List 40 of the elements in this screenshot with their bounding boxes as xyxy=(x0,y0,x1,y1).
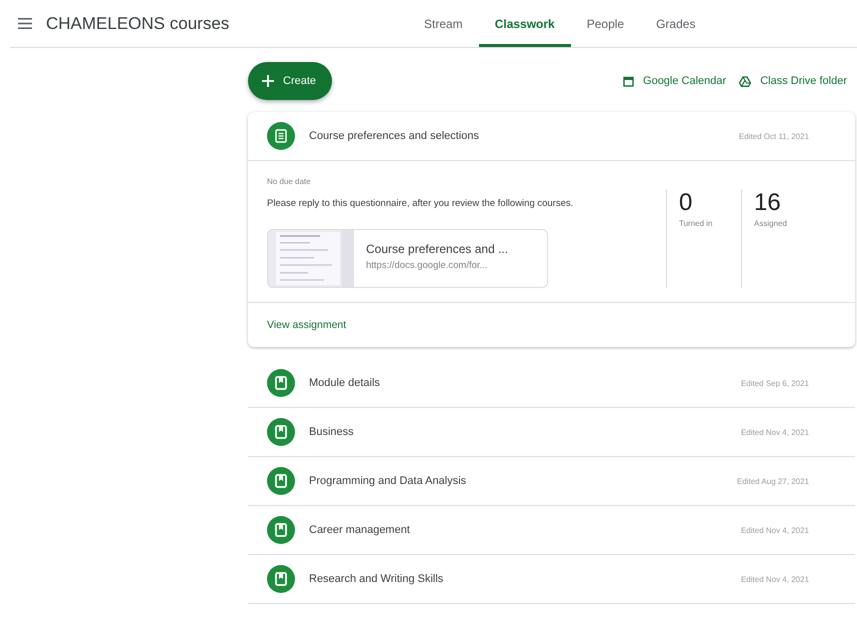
stat-label: Assigned xyxy=(754,219,787,228)
tab[interactable]: People xyxy=(570,0,640,47)
menu-icon[interactable] xyxy=(18,18,32,29)
triangle-icon xyxy=(739,76,752,86)
edited-date: Edited Nov 4, 2021 xyxy=(740,428,809,436)
item-title: Career management xyxy=(309,524,411,536)
material-icon xyxy=(267,516,295,544)
attachment-card[interactable]: Course preferences and ... https://docs.google.com/for... xyxy=(267,229,548,288)
edited-date: Edited Nov 4, 2021 xyxy=(740,574,809,584)
attachment-url: https://docs.google.com/for... xyxy=(366,260,488,271)
assignment-icon xyxy=(267,122,295,150)
edited-date: Edited Nov 4, 2021 xyxy=(740,526,809,534)
attachment-title: Course preferences and ... xyxy=(366,242,508,256)
toolbar-link[interactable]: Class Drive folder xyxy=(739,75,847,87)
view-assignment-link[interactable]: View assignment xyxy=(267,319,346,331)
item-title: Research and Writing Skills xyxy=(309,573,444,585)
item-title: Module details xyxy=(309,377,381,389)
tab[interactable]: Stream xyxy=(408,0,479,47)
toolbar-link[interactable]: Google Calendar xyxy=(623,75,726,87)
item-title: Course preferences and selections xyxy=(309,130,480,142)
stat-label: Turned in xyxy=(679,219,712,228)
tab[interactable]: Classwork xyxy=(478,0,571,47)
create-button[interactable]: Create xyxy=(248,62,332,100)
edited-date: Edited Aug 27, 2021 xyxy=(736,476,809,486)
material-icon xyxy=(267,565,295,593)
item-title: Business xyxy=(309,426,355,438)
tab[interactable]: Grades xyxy=(640,0,712,47)
plus-icon xyxy=(262,75,274,87)
calendar-icon xyxy=(623,76,634,86)
edited-date: Edited Sep 6, 2021 xyxy=(740,378,809,388)
material-icon xyxy=(267,418,295,446)
class-title: CHAMELEONS courses xyxy=(46,14,230,34)
stat-value: 0 xyxy=(679,189,692,217)
item-title: Programming and Data Analysis xyxy=(309,475,468,487)
edited-date: Edited Oct 11, 2021 xyxy=(738,132,809,140)
material-icon xyxy=(267,467,295,495)
description: Please reply to this questionnaire, after you review the following courses. xyxy=(267,198,574,209)
due-date: No due date xyxy=(267,177,311,186)
stat-value: 16 xyxy=(754,189,781,217)
material-icon xyxy=(267,369,295,397)
